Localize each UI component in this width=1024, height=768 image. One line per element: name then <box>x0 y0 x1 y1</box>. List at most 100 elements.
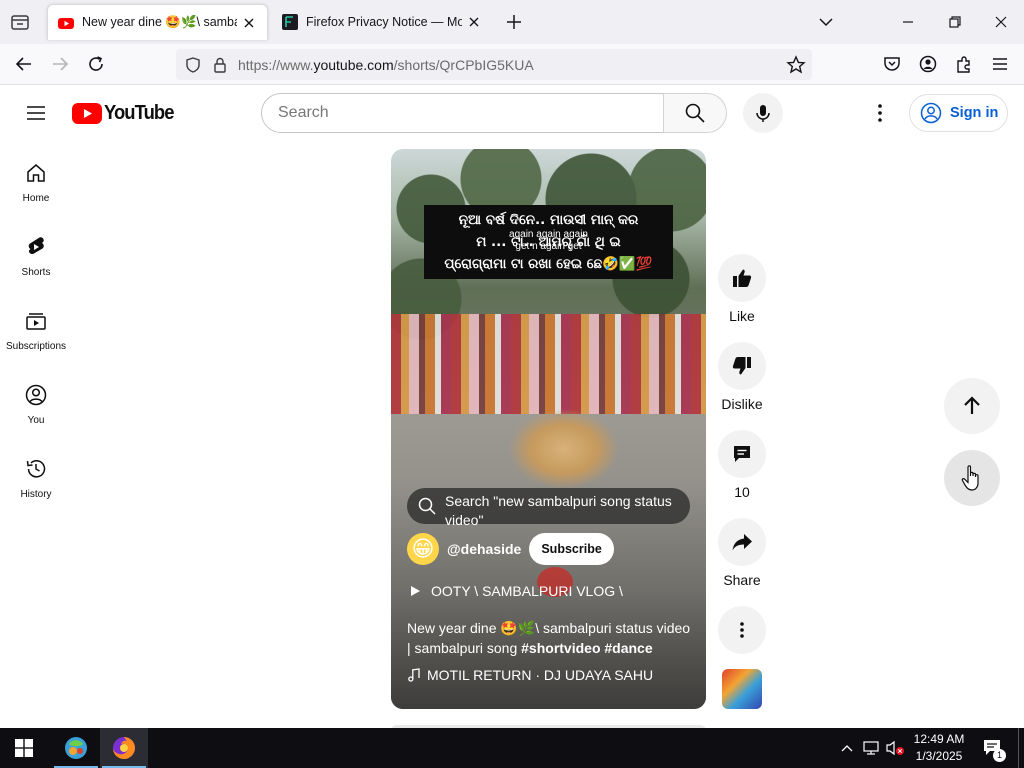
new-tab-icon[interactable] <box>504 12 524 32</box>
music-title: MOTIL RETURN · DJ UDAYA SAHU <box>427 667 654 683</box>
dislike-circle[interactable] <box>718 342 766 390</box>
close-window-icon[interactable] <box>989 10 1013 34</box>
tab-title: Firefox Privacy Notice — Mozilla <box>306 15 462 29</box>
minimize-icon[interactable] <box>896 10 920 34</box>
tab-firefox-privacy[interactable]: Firefox Privacy Notice — Mozilla <box>272 4 492 40</box>
sign-in-button[interactable]: Sign in <box>909 94 1008 132</box>
search-button[interactable] <box>663 93 727 133</box>
guide-item-subscriptions[interactable]: Subscriptions <box>0 309 72 371</box>
youtube-logo-icon <box>72 102 102 124</box>
you-icon <box>25 384 47 406</box>
guide-label: You <box>27 415 45 426</box>
share-label: Share <box>723 572 761 588</box>
shield-icon[interactable] <box>184 56 202 74</box>
clock-date: 1/3/2025 <box>915 749 963 763</box>
like-button[interactable]: Like <box>716 254 768 324</box>
shorts-video-player[interactable]: ନୂଆ ବର୍ଷ ଦିନେ.. ମାଉସୀ ମାନ୍ କର ମ ... ଟା..… <box>391 149 706 709</box>
home-icon <box>27 164 45 182</box>
youtube-logo[interactable]: YouTube <box>72 101 180 125</box>
chevron-down-icon[interactable] <box>816 12 836 32</box>
taskbar-clock[interactable]: 12:49 AM 1/3/2025 <box>906 731 972 765</box>
show-desktop-button[interactable] <box>1018 728 1024 768</box>
dislike-label: Dislike <box>721 396 763 412</box>
clock-time: 12:49 AM <box>913 732 965 746</box>
account-icon[interactable] <box>918 54 938 74</box>
url-bar[interactable]: https://www.youtube.com/shorts/QrCPbIG5K… <box>176 49 812 80</box>
search-box[interactable] <box>261 93 664 133</box>
guide-label: Home <box>22 193 50 204</box>
channel-handle[interactable]: @dehaside <box>447 541 521 557</box>
notification-count-badge: 1 <box>993 749 1006 762</box>
bookmark-star-icon[interactable] <box>786 55 806 75</box>
share-circle[interactable] <box>718 518 766 566</box>
music-link[interactable]: MOTIL RETURN · DJ UDAYA SAHU <box>407 667 653 683</box>
windows-logo-icon <box>15 739 33 757</box>
thumbs-up-icon <box>733 269 752 287</box>
app-menu-icon[interactable] <box>990 54 1010 74</box>
lock-icon[interactable] <box>211 56 229 74</box>
video-caption: ନୂଆ ବର୍ଷ ଦିନେ.. ମାଉସୀ ମାନ୍ କର ମ ... ଟା..… <box>424 205 673 279</box>
video-hashtags[interactable]: #shortvideo #dance <box>521 640 653 656</box>
playlist-link[interactable]: OOTY \ SAMBALPURI VLOG \ <box>409 583 623 599</box>
guide-item-you[interactable]: You <box>0 383 72 445</box>
reload-icon[interactable] <box>86 54 106 74</box>
close-tab-icon[interactable] <box>466 14 482 30</box>
tab-list-icon[interactable] <box>8 10 32 34</box>
like-label: Like <box>729 308 755 324</box>
arrow-up-icon <box>964 396 980 414</box>
search-input[interactable] <box>262 94 663 132</box>
start-button[interactable] <box>0 728 48 768</box>
channel-row: 😁 @dehaside Subscribe <box>407 533 614 565</box>
youtube-logo-text: YouTube <box>104 101 174 124</box>
comment-icon <box>734 446 750 462</box>
volume-status[interactable] <box>884 728 906 768</box>
guide-label: Subscriptions <box>5 341 67 352</box>
share-arrow-icon <box>732 534 752 551</box>
taskbar-app-firefox[interactable] <box>100 728 148 768</box>
caption-overlay-text: again again again get n again get <box>424 229 673 253</box>
tab-youtube[interactable]: New year dine 🤩🌿\ sambalpuri <box>47 4 268 40</box>
search-suggestion-pill[interactable]: Search "new sambalpuri song status video… <box>407 488 690 528</box>
share-button[interactable]: Share <box>716 518 768 588</box>
taskbar-app-game[interactable] <box>52 728 100 768</box>
microphone-icon <box>756 105 770 122</box>
more-options-icon[interactable] <box>868 101 892 125</box>
more-actions-button[interactable] <box>716 606 768 654</box>
subscribe-button[interactable]: Subscribe <box>529 533 614 565</box>
more-actions-circle[interactable] <box>718 606 766 654</box>
previous-short-button[interactable] <box>944 378 1000 434</box>
forward-arrow-icon[interactable] <box>50 54 70 74</box>
like-circle[interactable] <box>718 254 766 302</box>
restore-icon[interactable] <box>943 10 967 34</box>
search-icon <box>418 497 436 515</box>
show-hidden-icons[interactable] <box>838 728 856 768</box>
action-center-button[interactable]: 1 <box>978 728 1008 768</box>
url-text[interactable]: https://www.youtube.com/shorts/QrCPbIG5K… <box>238 57 534 73</box>
mozilla-favicon-icon <box>282 14 298 30</box>
dislike-button[interactable]: Dislike <box>716 342 768 412</box>
extensions-icon[interactable] <box>954 54 974 74</box>
channel-avatar[interactable]: 😁 <box>407 533 439 565</box>
network-status[interactable] <box>860 728 882 768</box>
music-note-icon <box>408 668 420 682</box>
guide-item-history[interactable]: History <box>0 457 72 519</box>
comments-circle[interactable] <box>718 430 766 478</box>
account-circle-icon <box>920 102 942 124</box>
guide-item-home[interactable]: Home <box>0 161 72 223</box>
windows-taskbar: 12:49 AM 1/3/2025 1 <box>0 728 1024 768</box>
guide-label: History <box>20 489 52 500</box>
comments-button[interactable]: 10 <box>716 430 768 500</box>
video-title: New year dine 🤩🌿\ sambalpuri status vide… <box>407 618 697 658</box>
search-icon <box>685 103 705 123</box>
guide-item-shorts[interactable]: Shorts <box>0 235 72 297</box>
voice-search-button[interactable] <box>743 93 783 133</box>
back-arrow-icon[interactable] <box>14 54 34 74</box>
tab-title: New year dine 🤩🌿\ sambalpuri <box>82 15 237 29</box>
close-tab-icon[interactable] <box>241 15 257 31</box>
pocket-icon[interactable] <box>882 54 902 74</box>
next-short-button[interactable] <box>944 450 1000 506</box>
sound-thumbnail[interactable] <box>722 669 762 709</box>
subscriptions-icon <box>26 313 46 330</box>
playlist-title: OOTY \ SAMBALPURI VLOG \ <box>431 583 623 599</box>
guide-menu-icon[interactable] <box>24 101 48 125</box>
